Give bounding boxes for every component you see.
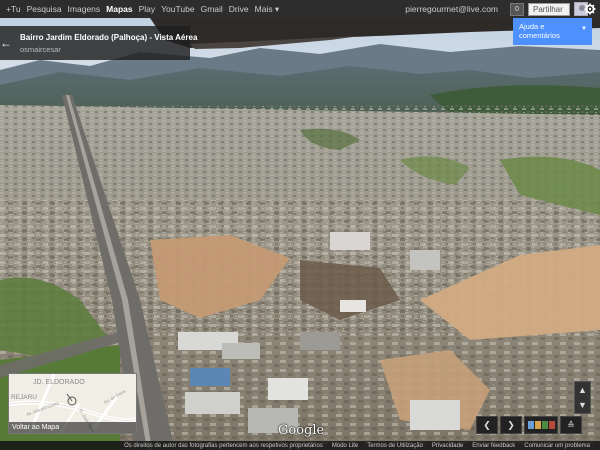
filmstrip-controls: ❮ ❯ ≙ (476, 416, 582, 434)
chevron-up-icon[interactable]: ▲ (578, 385, 587, 395)
share-button[interactable]: Partilhar (528, 2, 570, 16)
thumbnail[interactable] (548, 421, 555, 429)
minimap-place-label: JD. ELDORADO (33, 379, 85, 386)
nav-search[interactable]: Pesquisa (24, 0, 65, 18)
footer-link-privacy[interactable]: Privacidade (432, 443, 463, 449)
help-feedback-button[interactable]: Ajuda e comentários ▼ (513, 18, 592, 45)
thumbnail[interactable] (534, 421, 541, 429)
thumbnail[interactable] (541, 421, 548, 429)
back-button[interactable]: ← (0, 26, 12, 60)
expand-icon: ≙ (567, 419, 575, 430)
nav-images[interactable]: Imagens (65, 0, 104, 18)
footer-link-feedback[interactable]: Enviar feedback (472, 443, 515, 449)
next-photo-button[interactable]: ❯ (500, 416, 522, 434)
thumbnail[interactable] (527, 421, 534, 429)
footer-link-report-problem[interactable]: Comunicar um problema (524, 443, 590, 449)
nav-plus-you[interactable]: +Tu (3, 0, 24, 18)
footer-link-terms[interactable]: Termos de Utilização (367, 443, 423, 449)
expand-filmstrip-button[interactable]: ≙ (560, 416, 582, 434)
account-area: pierregourmet@live.com 0 Partilhar (405, 0, 600, 18)
google-logo: Google (278, 423, 325, 438)
account-email[interactable]: pierregourmet@live.com (405, 4, 498, 14)
chevron-right-icon: ❯ (507, 419, 515, 430)
minimap[interactable]: JD. ELDORADO REJARU Av. Alteres Costa R.… (8, 373, 137, 434)
photo-author[interactable]: osmaircesar (20, 45, 197, 54)
minimap-place-label-2: REJARU (11, 394, 37, 401)
zoom-control[interactable]: ▲ ▼ (574, 381, 591, 414)
prev-photo-button[interactable]: ❮ (476, 416, 498, 434)
google-nav: +Tu Pesquisa Imagens Mapas Play YouTube … (0, 0, 282, 18)
back-arrow-icon: ← (0, 36, 12, 50)
photo-title[interactable]: Bairro Jardim Eldorado (Palhoça) - Vista… (20, 33, 197, 42)
nav-youtube[interactable]: YouTube (158, 0, 197, 18)
nav-play[interactable]: Play (136, 0, 159, 18)
chevron-left-icon: ❮ (483, 419, 491, 430)
notification-count[interactable]: 0 (510, 2, 524, 16)
photo-info-panel: ← Bairro Jardim Eldorado (Palhoça) - Vis… (0, 26, 197, 60)
chevron-down-icon: ▼ (581, 26, 587, 32)
footer-link-lite-mode[interactable]: Modo Lite (332, 443, 358, 449)
filmstrip-thumbnails[interactable] (524, 416, 558, 434)
gear-icon[interactable] (580, 0, 600, 18)
footer: Os direitos de autor das fotografias per… (0, 441, 600, 450)
nav-maps[interactable]: Mapas (103, 0, 135, 18)
photo-copyright: Os direitos de autor das fotografias per… (124, 442, 323, 449)
back-to-map-button[interactable]: Voltar ao Mapa (9, 422, 136, 433)
nav-drive[interactable]: Drive (226, 0, 252, 18)
nav-more[interactable]: Mais ▾ (252, 0, 283, 18)
google-bar: +Tu Pesquisa Imagens Mapas Play YouTube … (0, 0, 600, 18)
chevron-down-icon[interactable]: ▼ (578, 400, 587, 410)
nav-gmail[interactable]: Gmail (198, 0, 226, 18)
